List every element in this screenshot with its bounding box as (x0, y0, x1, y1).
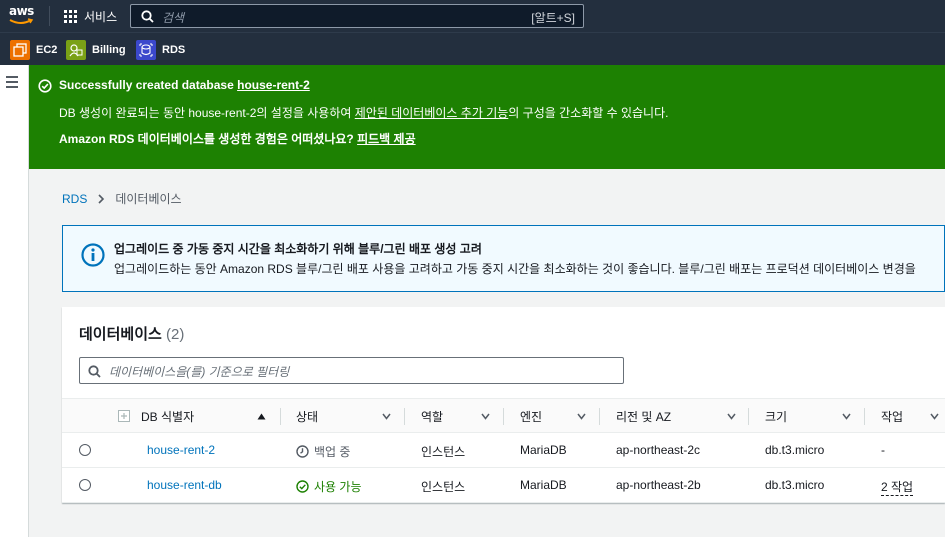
sort-icon (727, 413, 736, 420)
column-divider (748, 408, 749, 425)
column-header-engine[interactable]: 엔진 (520, 399, 595, 433)
clock-icon (296, 445, 309, 458)
db-engine: MariaDB (520, 478, 567, 492)
db-region-az: ap-northeast-2c (616, 443, 701, 457)
column-header-actions[interactable]: 작업 (881, 399, 945, 433)
flash-title: Successfully created database house-rent… (59, 78, 310, 92)
column-header-region-az[interactable]: 리전 및 AZ (616, 399, 746, 433)
breadcrumb: RDS 데이터베이스 (62, 190, 182, 207)
db-identifier-link[interactable]: house-rent-2 (147, 443, 215, 457)
aws-logo[interactable]: aws (9, 4, 37, 28)
table-header: DB 식별자 상태 역할 엔진 리전 및 AZ 크기 작업 (62, 398, 945, 433)
breadcrumb-current: 데이터베이스 (115, 192, 182, 206)
status-badge: 사용 가능 (296, 478, 362, 495)
services-label: 서비스 (84, 9, 118, 24)
aws-logo-text: aws (9, 4, 34, 18)
db-size: db.t3.micro (765, 478, 825, 492)
filter-placeholder: 데이터베이스을(를) 기준으로 필터링 (109, 365, 290, 379)
billing-icon (66, 40, 86, 60)
row-select-radio[interactable] (79, 444, 91, 456)
search-placeholder: 검색 (162, 11, 185, 25)
favorite-rds[interactable]: RDS (136, 40, 185, 60)
global-search-input[interactable]: 검색 [알트+S] (130, 4, 584, 28)
column-header-role[interactable]: 역할 (421, 399, 496, 433)
success-flashbar: Successfully created database house-rent… (29, 65, 945, 169)
sort-ascending-icon (257, 413, 266, 420)
databases-panel: 데이터베이스 (2) 데이터베이스을(를) 기준으로 필터링 DB 식별자 상태 (62, 307, 945, 503)
column-header-db-identifier[interactable]: DB 식별자 (141, 399, 266, 433)
flash-feedback: Amazon RDS 데이터베이스를 생성한 경험은 어떠셨나요? 피드백 제공 (59, 132, 416, 146)
nav-divider (49, 6, 50, 26)
services-menu-button[interactable]: 서비스 (64, 8, 117, 24)
success-check-icon (38, 79, 52, 93)
favorite-label: Billing (92, 44, 126, 56)
databases-heading: 데이터베이스 (2) (79, 326, 185, 343)
flash-message: DB 생성이 완료되는 동안 house-rent-2의 설정을 사용하여 제안… (59, 106, 669, 120)
table-row[interactable]: house-rent-2 백업 중 인스턴스 MariaDB ap-northe… (62, 433, 945, 468)
suggested-addons-link[interactable]: 제안된 데이터베이스 추가 기능 (355, 106, 509, 120)
db-identifier-link[interactable]: house-rent-db (147, 478, 222, 492)
status-badge: 백업 중 (296, 443, 350, 460)
favorites-bar: EC2 Billing RDS (0, 32, 945, 65)
sort-icon (382, 413, 391, 420)
info-alert: 업그레이드 중 가동 중지 시간을 최소화하기 위해 블루/그린 배포 생성 고… (62, 225, 945, 292)
feedback-link[interactable]: 피드백 제공 (357, 132, 416, 146)
chevron-right-icon (98, 193, 105, 204)
table-row[interactable]: house-rent-db 사용 가능 인스턴스 MariaDB ap-nort… (62, 468, 945, 503)
search-icon (88, 365, 101, 378)
sort-icon (577, 413, 586, 420)
database-filter-input[interactable]: 데이터베이스을(를) 기준으로 필터링 (79, 357, 624, 384)
column-divider (404, 408, 405, 425)
column-header-size[interactable]: 크기 (765, 399, 865, 433)
row-select-radio[interactable] (79, 479, 91, 491)
databases-count: (2) (165, 326, 185, 343)
info-title: 업그레이드 중 가동 중지 시간을 최소화하기 위해 블루/그린 배포 생성 고… (114, 242, 482, 256)
favorite-label: RDS (162, 44, 186, 56)
rds-icon (136, 40, 156, 60)
menu-toggle-icon[interactable] (6, 76, 18, 88)
db-role: 인스턴스 (421, 480, 466, 494)
column-divider (599, 408, 600, 425)
search-shortcut: [알트+S] (531, 11, 575, 25)
info-body: 업그레이드하는 동안 Amazon RDS 블루/그린 배포 사용을 고려하고 … (114, 262, 916, 276)
column-header-status[interactable]: 상태 (296, 399, 396, 433)
column-divider (864, 408, 865, 425)
db-role: 인스턴스 (421, 445, 466, 459)
aws-smile-icon (9, 18, 34, 24)
db-engine: MariaDB (520, 443, 567, 457)
sort-icon (842, 413, 851, 420)
column-divider (280, 408, 281, 425)
breadcrumb-rds-link[interactable]: RDS (62, 192, 87, 206)
grid-icon (64, 9, 77, 23)
sort-icon (481, 413, 490, 420)
db-actions: - (881, 443, 885, 457)
sort-icon (930, 413, 939, 420)
db-region-az: ap-northeast-2b (616, 478, 701, 492)
search-icon (141, 10, 154, 23)
expand-all-icon[interactable] (118, 399, 130, 433)
top-navigation: aws 서비스 검색 [알트+S] (0, 0, 945, 32)
db-size: db.t3.micro (765, 443, 825, 457)
success-check-icon (296, 480, 309, 493)
flash-db-link[interactable]: house-rent-2 (237, 78, 310, 92)
column-divider (503, 408, 504, 425)
ec2-icon (10, 40, 30, 60)
info-icon (81, 243, 105, 267)
main-content: RDS 데이터베이스 업그레이드 중 가동 중지 시간을 최소화하기 위해 블루… (30, 169, 945, 537)
db-actions-link[interactable]: 2 작업 (881, 478, 914, 496)
favorite-ec2[interactable]: EC2 (10, 40, 57, 60)
favorite-billing[interactable]: Billing (66, 40, 126, 60)
side-navigation-collapsed (0, 65, 29, 537)
favorite-label: EC2 (36, 44, 58, 56)
